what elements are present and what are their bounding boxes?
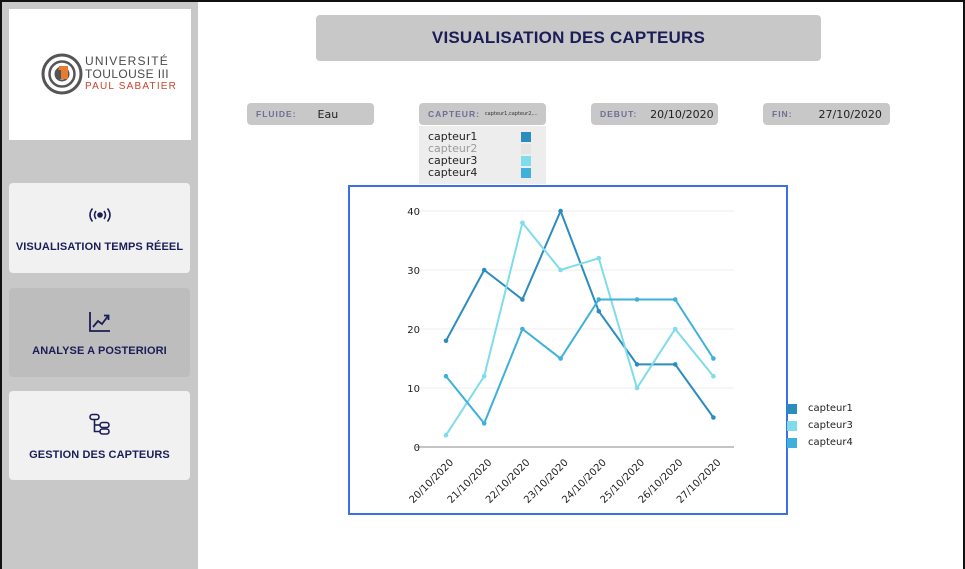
data-point-capteur4 xyxy=(443,373,449,379)
page-title: VISUALISATION DES CAPTEURS xyxy=(316,15,821,61)
filter-debut[interactable]: DEBUT: 20/10/2020 xyxy=(591,103,718,125)
legend-item-capteur1: capteur1 xyxy=(787,403,887,416)
sidebar-item-capteurs[interactable]: GESTION DES CAPTEURS xyxy=(9,391,190,480)
sidebar-item-label: ANALYSE A POSTERIORI xyxy=(32,345,167,357)
legend-item-capteur3: capteur3 xyxy=(787,420,887,433)
legend-swatch xyxy=(787,404,797,414)
dropdown-option-capteur4[interactable]: capteur4 xyxy=(428,167,477,179)
data-point-capteur3 xyxy=(481,373,487,379)
y-tick-label: 10 xyxy=(407,384,420,395)
series-line-capteur1 xyxy=(445,208,715,419)
y-tick-label: 30 xyxy=(407,266,420,277)
trend-chart-icon xyxy=(88,312,110,332)
university-logo: UNIVERSITÉ TOULOUSE III PAUL SABATIER xyxy=(9,9,191,140)
data-point-capteur1 xyxy=(443,338,449,344)
data-point-capteur4 xyxy=(558,356,563,361)
legend-swatch xyxy=(787,421,797,431)
y-tick-label: 0 xyxy=(414,443,420,454)
data-point-capteur1 xyxy=(672,362,678,367)
legend-label: capteur3 xyxy=(808,420,853,431)
logo-mark-icon xyxy=(41,53,83,95)
data-point-capteur3 xyxy=(634,385,640,391)
sidebar-item-analyse[interactable]: ANALYSE A POSTERIORI xyxy=(9,288,190,377)
hierarchy-icon xyxy=(88,413,110,435)
line-chart: 01020304020/10/202021/10/202022/10/20202… xyxy=(407,207,734,506)
logo-line2: TOULOUSE III xyxy=(85,67,169,81)
data-point-capteur1 xyxy=(596,309,602,314)
filter-value: Eau xyxy=(317,107,339,121)
filter-value: capteur1,capteur2,... xyxy=(484,111,538,117)
option-checkbox[interactable] xyxy=(521,168,531,178)
legend-swatch xyxy=(787,438,797,448)
option-checkbox[interactable] xyxy=(521,144,531,154)
capteur-dropdown: capteur1 capteur2 capteur3 capteur4 xyxy=(419,126,546,184)
data-point-capteur1 xyxy=(520,297,525,302)
data-point-capteur3 xyxy=(596,255,602,261)
filter-label: FLUIDE: xyxy=(256,109,297,119)
y-tick-label: 20 xyxy=(407,325,420,336)
data-point-capteur3 xyxy=(520,220,525,226)
filter-label: CAPTEUR: xyxy=(428,109,480,119)
y-tick-label: 40 xyxy=(407,207,420,218)
logo-line1: UNIVERSITÉ xyxy=(85,54,170,68)
filter-fin[interactable]: FIN: 27/10/2020 xyxy=(763,103,890,125)
broadcast-icon xyxy=(88,208,111,222)
data-point-capteur1 xyxy=(711,415,716,420)
data-point-capteur3 xyxy=(672,326,678,332)
data-point-capteur1 xyxy=(481,267,487,273)
filter-label: DEBUT: xyxy=(600,109,638,119)
filter-label: FIN: xyxy=(772,109,793,119)
sidebar-item-realtime[interactable]: VISUALISATION TEMPS RÉEEL xyxy=(9,183,190,273)
filter-fluide[interactable]: FLUIDE: Eau xyxy=(247,103,374,125)
data-point-capteur1 xyxy=(634,362,640,367)
sidebar-item-label: GESTION DES CAPTEURS xyxy=(29,449,170,461)
data-point-capteur3 xyxy=(443,432,449,438)
data-point-capteur3 xyxy=(558,267,563,273)
option-checkbox[interactable] xyxy=(521,132,531,142)
data-point-capteur4 xyxy=(711,356,716,361)
logo-text: UNIVERSITÉ TOULOUSE III PAUL SABATIER xyxy=(85,55,177,92)
data-point-capteur4 xyxy=(520,326,525,332)
legend-item-capteur4: capteur4 xyxy=(787,437,887,450)
chart-container: 0 10 20 30 40 20/10/2020 21/10/2020 22/10/2020 2… xyxy=(348,185,788,515)
option-label: capteur4 xyxy=(428,166,478,179)
data-point-capteur4 xyxy=(596,297,602,302)
legend-label: capteur4 xyxy=(808,437,853,448)
legend-label: capteur1 xyxy=(808,403,853,414)
sidebar: UNIVERSITÉ TOULOUSE III PAUL SABATIER VI… xyxy=(2,2,198,569)
series-line-capteur4 xyxy=(445,298,715,426)
data-point-capteur3 xyxy=(711,373,716,379)
sidebar-item-label: VISUALISATION TEMPS RÉEEL xyxy=(15,241,184,253)
logo-line3: PAUL SABATIER xyxy=(85,81,178,92)
data-point-capteur4 xyxy=(672,297,678,302)
option-checkbox[interactable] xyxy=(521,156,531,166)
filter-value: 27/10/2020 xyxy=(818,107,882,121)
filter-capteur[interactable]: CAPTEUR: capteur1,capteur2,... xyxy=(419,103,546,125)
data-point-capteur4 xyxy=(481,421,487,426)
data-point-capteur4 xyxy=(634,297,640,302)
filter-value: 20/10/2020 xyxy=(650,107,714,121)
data-point-capteur1 xyxy=(558,208,563,214)
